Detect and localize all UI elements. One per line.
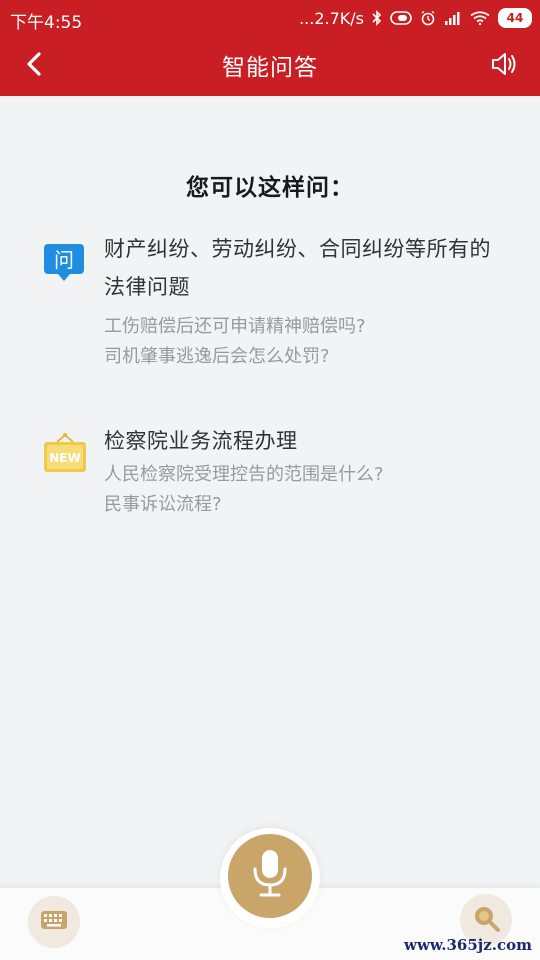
keyboard-button[interactable] (28, 896, 80, 948)
section-body: 检察院业务流程办理 人民检察院受理控告的范围是什么? 民事诉讼流程? (104, 422, 494, 520)
keyboard-icon (40, 910, 68, 934)
status-icons: ...2.7K/s 44 (299, 6, 532, 30)
section-body: 财产纠纷、劳动纠纷、合同纠纷等所有的法律问题 工伤赔偿后还可申请精神赔偿吗? 司… (104, 230, 494, 372)
example-question[interactable]: 民事诉讼流程? (104, 490, 494, 520)
new-sign-label: NEW (49, 451, 80, 465)
search-icon (471, 903, 501, 937)
vibrate-icon (390, 11, 412, 25)
question-badge-label: 问 (54, 248, 74, 272)
microphone-button[interactable] (228, 834, 312, 918)
speaker-button[interactable] (486, 46, 522, 86)
status-time: 下午4:55 (10, 13, 83, 33)
section-title: 检察院业务流程办理 (104, 429, 298, 453)
bluetooth-icon (372, 10, 382, 26)
battery-icon: 44 (498, 8, 532, 28)
example-question[interactable]: 人民检察院受理控告的范围是什么? (104, 460, 494, 490)
network-speed: ...2.7K/s (299, 8, 364, 28)
wifi-icon (470, 11, 490, 25)
watermark: www.365jz.com (404, 936, 532, 954)
speaker-icon (490, 51, 518, 81)
alarm-icon (420, 10, 436, 26)
app-screen: 下午4:55 ...2.7K/s 44 智能问答 您可以这样问： 问 财产纠纷、… (0, 0, 540, 960)
question-badge-icon: 问 (42, 242, 86, 286)
microphone-icon (250, 847, 290, 905)
prompt-heading: 您可以这样问： (186, 175, 354, 201)
page-title: 智能问答 (222, 55, 318, 81)
new-sign-icon: NEW (42, 432, 88, 480)
app-header: 下午4:55 ...2.7K/s 44 智能问答 (0, 0, 540, 96)
section-title: 财产纠纷、劳动纠纷、合同纠纷等所有的法律问题 (104, 237, 491, 299)
status-bar: 下午4:55 ...2.7K/s 44 (0, 0, 540, 36)
example-question[interactable]: 工伤赔偿后还可申请精神赔偿吗? (104, 312, 494, 342)
example-question[interactable]: 司机肇事逃逸后会怎么处罚? (104, 342, 494, 372)
signal-icon (444, 11, 462, 25)
nav-bar: 智能问答 (0, 36, 540, 96)
